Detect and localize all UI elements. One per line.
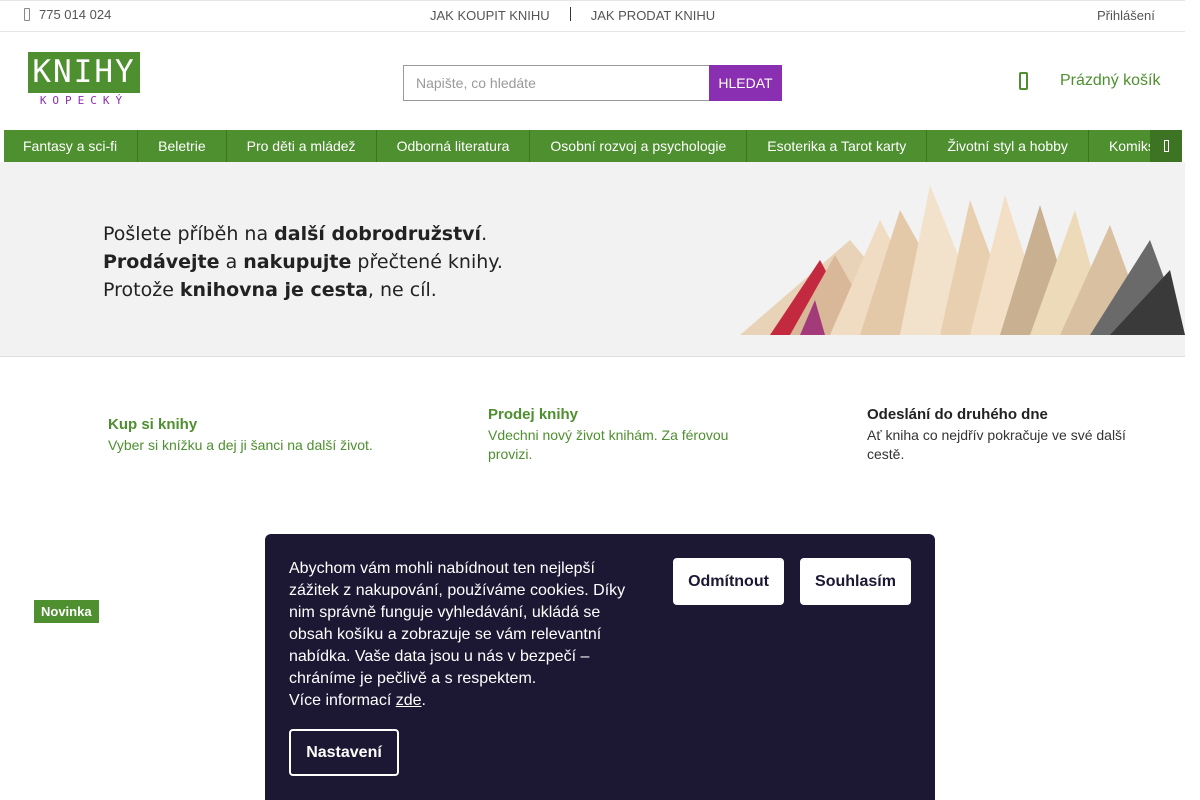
feature-text: Vdechni nový život knihám. Za férovou pr…	[488, 427, 729, 462]
logo-wordmark: KNIHY	[28, 52, 140, 93]
banner-line-1: Pošlete příběh na další dobrodružství.	[103, 223, 488, 245]
feature-buy[interactable]: Kup si knihy Vyber si knížku a dej ji ša…	[108, 415, 408, 455]
feature-title: Odeslání do druhého dne	[867, 406, 1048, 423]
feature-sell[interactable]: Prodej knihy Vdechni nový život knihám. …	[488, 405, 748, 464]
feature-text: Ať kniha co nejdřív pokračuje ve své dal…	[867, 427, 1126, 462]
category-self-development[interactable]: Osobní rozvoj a psychologie	[530, 130, 748, 162]
category-fantasy[interactable]: Fantasy a sci-fi	[4, 130, 139, 162]
site-logo[interactable]: KNIHY KOPECKÝ	[28, 52, 140, 108]
category-beletrie[interactable]: Beletrie	[138, 130, 227, 162]
phone-icon	[24, 8, 30, 21]
banner-text: Pošlete příběh na další dobrodružství. P…	[103, 220, 503, 304]
link-how-to-buy[interactable]: JAK KOUPIT KNIHU	[430, 8, 550, 23]
cart-label: Prázdný košík	[1060, 72, 1161, 89]
search-button[interactable]: HLEDAT	[709, 65, 782, 101]
search-form: HLEDAT	[403, 65, 782, 101]
cookie-consent-dialog: Abychom vám mohli nabídnout ten nejlepší…	[265, 534, 935, 800]
cookie-accept-button[interactable]: Souhlasím	[800, 558, 911, 605]
feature-title: Kup si knihy	[108, 416, 198, 433]
cookie-settings-button[interactable]: Nastavení	[289, 729, 399, 776]
category-lifestyle[interactable]: Životní styl a hobby	[927, 130, 1089, 162]
chevron-right-icon	[1163, 140, 1169, 152]
cookie-decline-button[interactable]: Odmítnout	[673, 558, 784, 605]
category-nav: Fantasy a sci-fi Beletrie Pro děti a mlá…	[4, 130, 1182, 162]
top-nav: JAK KOUPIT KNIHU JAK PRODAT KNIHU	[430, 6, 715, 23]
category-more-button[interactable]	[1150, 130, 1182, 162]
phone-contact[interactable]: 775 014 024	[24, 7, 111, 22]
logo-subtitle: KOPECKÝ	[39, 94, 129, 107]
banner-line-3: Protože knihovna je cesta, ne cíl.	[103, 279, 437, 301]
cookie-more-link[interactable]: zde	[396, 692, 422, 709]
category-esoterica[interactable]: Esoterika a Tarot karty	[747, 130, 928, 162]
login-link[interactable]: Přihlášení	[1097, 8, 1155, 23]
link-how-to-sell[interactable]: JAK PRODAT KNIHU	[591, 8, 715, 23]
category-kids[interactable]: Pro děti a mládež	[227, 130, 377, 162]
top-bar: 775 014 024 JAK KOUPIT KNIHU JAK PRODAT …	[0, 0, 1185, 32]
new-badge: Novinka	[34, 600, 99, 623]
cookie-message: Abychom vám mohli nabídnout ten nejlepší…	[289, 560, 626, 687]
cart-icon	[1019, 72, 1028, 90]
search-input[interactable]	[403, 65, 709, 101]
cart[interactable]: Prázdný košík	[1019, 72, 1160, 90]
hero-banner[interactable]: Pošlete příběh na další dobrodružství. P…	[0, 162, 1185, 357]
open-book-illustration	[740, 185, 1185, 335]
nav-divider	[569, 6, 571, 21]
cookie-text: Abychom vám mohli nabídnout ten nejlepší…	[289, 558, 639, 712]
feature-title: Prodej knihy	[488, 406, 579, 423]
feature-shipping: Odeslání do druhého dne Ať kniha co nejd…	[867, 405, 1147, 464]
banner-line-2: Prodávejte a nakupujte přečtené knihy.	[103, 251, 503, 273]
phone-number: 775 014 024	[39, 7, 112, 22]
feature-text: Vyber si knížku a dej ji šanci na další …	[108, 437, 373, 453]
cookie-more-info: Více informací zde.	[289, 692, 426, 709]
category-professional[interactable]: Odborná literatura	[377, 130, 531, 162]
